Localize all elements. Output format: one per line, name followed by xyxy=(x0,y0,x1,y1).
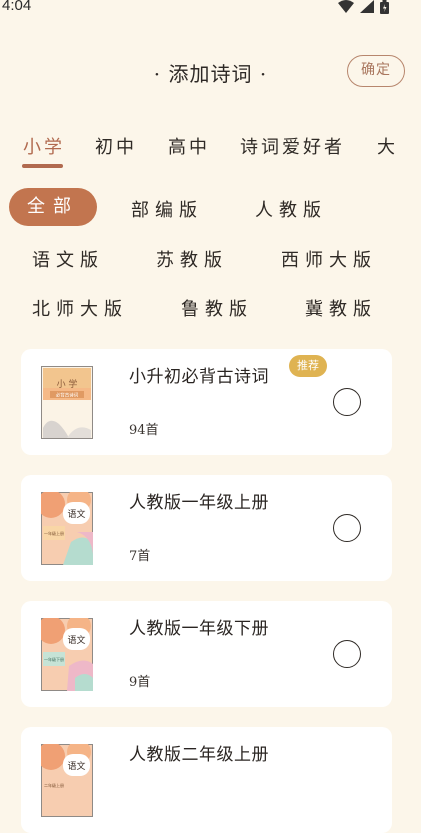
cover-grade: 一年级上册 xyxy=(44,530,64,536)
recommend-badge: 推荐 xyxy=(289,355,327,377)
book-title: 人教版二年级上册 xyxy=(129,745,269,765)
edition-chip-lujiao[interactable]: 鲁教版 xyxy=(181,295,253,321)
tab-poetry-lovers[interactable]: 诗词爱好者 xyxy=(240,133,345,159)
status-time: 4:04 xyxy=(2,0,32,14)
status-icons xyxy=(338,0,389,14)
book-cover: 语文 一年级上册 xyxy=(41,492,93,565)
battery-icon xyxy=(380,0,389,14)
select-radio[interactable] xyxy=(333,640,361,668)
select-radio[interactable] xyxy=(333,388,361,416)
edition-chip-beishida[interactable]: 北师大版 xyxy=(32,295,128,321)
book-card[interactable]: 语文 一年级上册 人教版一年级上册 7首 xyxy=(21,475,392,581)
tab-senior-high[interactable]: 高中 xyxy=(168,133,210,159)
edition-chip-yuwen[interactable]: 语文版 xyxy=(32,246,104,272)
book-cover: 小 学 必背古诗词 xyxy=(41,366,93,439)
wifi-icon xyxy=(338,0,354,13)
cover-tag: 语文 xyxy=(67,760,85,772)
edition-chip-bubian[interactable]: 部编版 xyxy=(131,196,203,222)
cover-grade: 一年级下册 xyxy=(44,656,64,662)
cover-tag: 语文 xyxy=(67,634,85,646)
book-card[interactable]: 语文 二年级上册 人教版二年级上册 xyxy=(21,727,392,833)
edition-chip-xishida[interactable]: 西师大版 xyxy=(281,246,377,272)
tab-primary-school[interactable]: 小学 xyxy=(23,133,65,159)
cover-grade: 二年级上册 xyxy=(44,782,64,788)
edition-chip-jijiao[interactable]: 冀教版 xyxy=(305,295,377,321)
signal-icon xyxy=(360,0,374,13)
book-title: 人教版一年级上册 xyxy=(129,493,269,513)
poem-count: 7首 xyxy=(129,549,151,564)
book-card[interactable]: 语文 一年级下册 人教版一年级下册 9首 xyxy=(21,601,392,707)
book-card[interactable]: 小 学 必背古诗词 小升初必背古诗词 94首 推荐 xyxy=(21,349,392,455)
edition-chip-all[interactable]: 全部 xyxy=(9,188,97,226)
book-cover: 语文 二年级上册 xyxy=(41,744,93,817)
edition-chip-renjiao[interactable]: 人教版 xyxy=(255,196,327,222)
select-radio[interactable] xyxy=(333,514,361,542)
confirm-button[interactable]: 确定 xyxy=(347,55,405,87)
poem-count: 9首 xyxy=(129,675,151,690)
status-bar: 4:04 xyxy=(0,0,421,16)
tab-junior-high[interactable]: 初中 xyxy=(95,133,137,159)
poem-count: 94首 xyxy=(129,423,159,438)
book-title: 小升初必背古诗词 xyxy=(129,367,269,387)
cover-title: 小 学 xyxy=(57,378,78,390)
cover-subtitle: 必背古诗词 xyxy=(56,392,79,399)
book-cover: 语文 一年级下册 xyxy=(41,618,93,691)
cover-tag: 语文 xyxy=(67,508,85,520)
edition-chip-sujiao[interactable]: 苏教版 xyxy=(156,246,228,272)
tab-university[interactable]: 大 xyxy=(377,133,398,159)
book-title: 人教版一年级下册 xyxy=(129,619,269,639)
tab-active-indicator xyxy=(22,164,63,168)
